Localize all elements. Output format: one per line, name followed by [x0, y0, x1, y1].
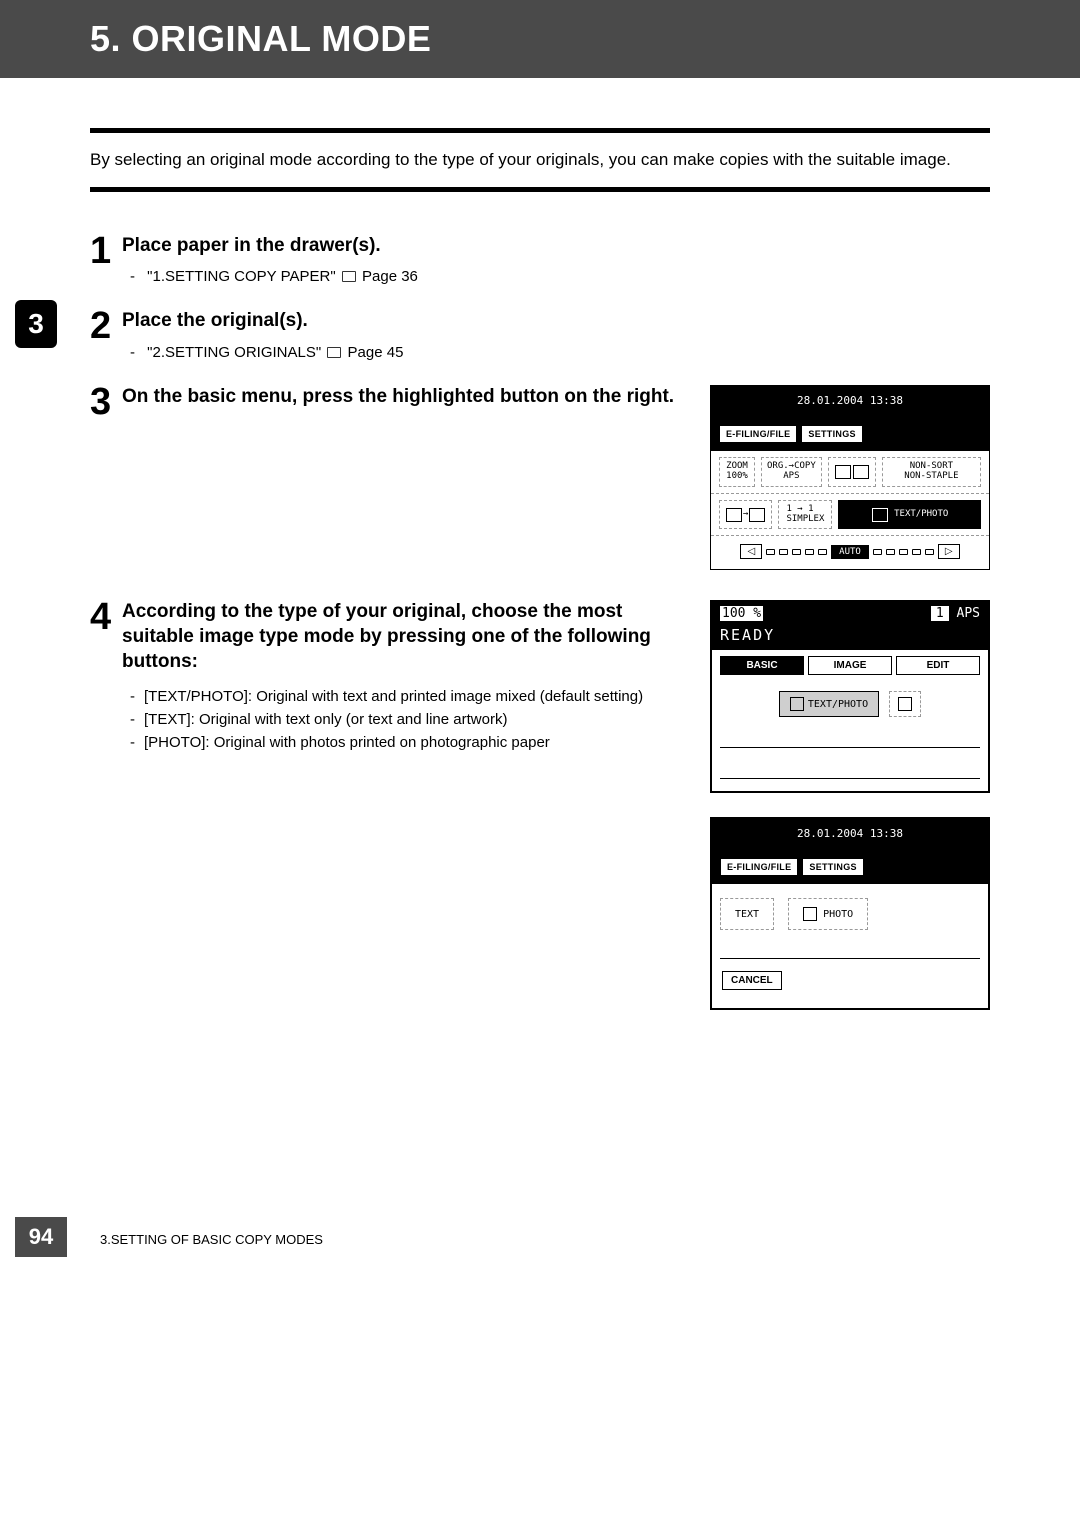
page-icon [749, 508, 765, 522]
image-icon [790, 697, 804, 711]
tray-cell[interactable] [828, 457, 876, 487]
page-icon [726, 508, 742, 522]
doc-icon [898, 697, 912, 711]
tray-icon [853, 465, 869, 479]
tab-settings[interactable]: SETTINGS [801, 425, 862, 443]
cancel-button[interactable]: CANCEL [722, 971, 782, 990]
simplex-cell[interactable]: 1 → 1 SIMPLEX [778, 500, 832, 530]
nav-left-button[interactable]: ◁ [740, 544, 762, 559]
rule-top [90, 128, 990, 133]
step-title: On the basic menu, press the highlighted… [122, 385, 686, 410]
step-reference: - "2.SETTING ORIGINALS" Page 45 [130, 344, 990, 361]
step-title: Place paper in the drawer(s). [122, 234, 990, 259]
density-bar: ◁ AUTO ▷ [711, 536, 989, 569]
panel2-header: 100 % 1 APS [712, 602, 988, 625]
ready-label: READY [712, 625, 988, 650]
image-icon [803, 907, 817, 921]
tray-icon [835, 465, 851, 479]
intro-paragraph: By selecting an original mode according … [90, 147, 990, 173]
nav-right-button[interactable]: ▷ [938, 544, 960, 559]
tab-efiling[interactable]: E-FILING/FILE [720, 858, 798, 876]
tab-image[interactable]: IMAGE [808, 656, 892, 675]
tab-basic[interactable]: BASIC [720, 656, 804, 675]
tab-efiling[interactable]: E-FILING/FILE [719, 425, 797, 443]
step-bullets: -[TEXT/PHOTO]: Original with text and pr… [130, 685, 686, 755]
auto-button[interactable]: AUTO [831, 545, 869, 559]
step-3: 3 On the basic menu, press the highlight… [90, 383, 990, 571]
text-option[interactable]: TEXT [720, 898, 774, 930]
image-mode-panel: 100 % 1 APS READY BASIC IMAGE EDIT [710, 600, 990, 793]
book-icon [327, 347, 341, 358]
tab-settings[interactable]: SETTINGS [802, 858, 863, 876]
basic-menu-panel: 28.01.2004 13:38 E-FILING/FILE SETTINGS … [710, 385, 990, 571]
zoom-cell[interactable]: ZOOM 100% [719, 457, 755, 487]
tab-edit[interactable]: EDIT [896, 656, 980, 675]
duplex-icon-cell[interactable]: → [719, 500, 772, 530]
step-title: Place the original(s). [122, 309, 990, 334]
text-photo-button[interactable]: TEXT/PHOTO [838, 500, 981, 530]
panel3-datetime: 28.01.2004 13:38 [712, 819, 988, 858]
rule-bottom [90, 187, 990, 192]
book-icon [342, 271, 356, 282]
step-number: 3 [90, 383, 122, 571]
steps-list: 1 Place paper in the drawer(s). - "1.SET… [90, 232, 990, 1011]
mode-select-panel: 28.01.2004 13:38 E-FILING/FILE SETTINGS … [710, 817, 990, 1010]
content-area: By selecting an original mode according … [0, 78, 1080, 1010]
section-title-bar: 5. ORIGINAL MODE [0, 0, 1080, 78]
photo-option[interactable]: PHOTO [788, 898, 868, 930]
section-title: 5. ORIGINAL MODE [90, 18, 431, 59]
step-title: According to the type of your original, … [122, 600, 686, 674]
text-photo-option[interactable]: TEXT/PHOTO [779, 691, 879, 717]
step-number: 4 [90, 598, 122, 1010]
footer-chapter: 3.SETTING OF BASIC COPY MODES [100, 1210, 1080, 1269]
step-number: 1 [90, 232, 122, 286]
step-2: 2 Place the original(s). - "2.SETTING OR… [90, 307, 990, 361]
option-placeholder[interactable] [889, 691, 921, 717]
step-number: 2 [90, 307, 122, 361]
org-copy-cell[interactable]: ORG.→COPY APS [761, 457, 822, 487]
sort-cell[interactable]: NON-SORT NON-STAPLE [882, 457, 981, 487]
page-number: 94 [15, 1217, 67, 1257]
image-icon [872, 508, 888, 522]
step-1: 1 Place paper in the drawer(s). - "1.SET… [90, 232, 990, 286]
step-4: 4 According to the type of your original… [90, 598, 990, 1010]
panel-datetime: 28.01.2004 13:38 [711, 386, 989, 425]
page-footer: 94 3.SETTING OF BASIC COPY MODES [0, 1210, 1080, 1269]
step-reference: - "1.SETTING COPY PAPER" Page 36 [130, 268, 990, 285]
